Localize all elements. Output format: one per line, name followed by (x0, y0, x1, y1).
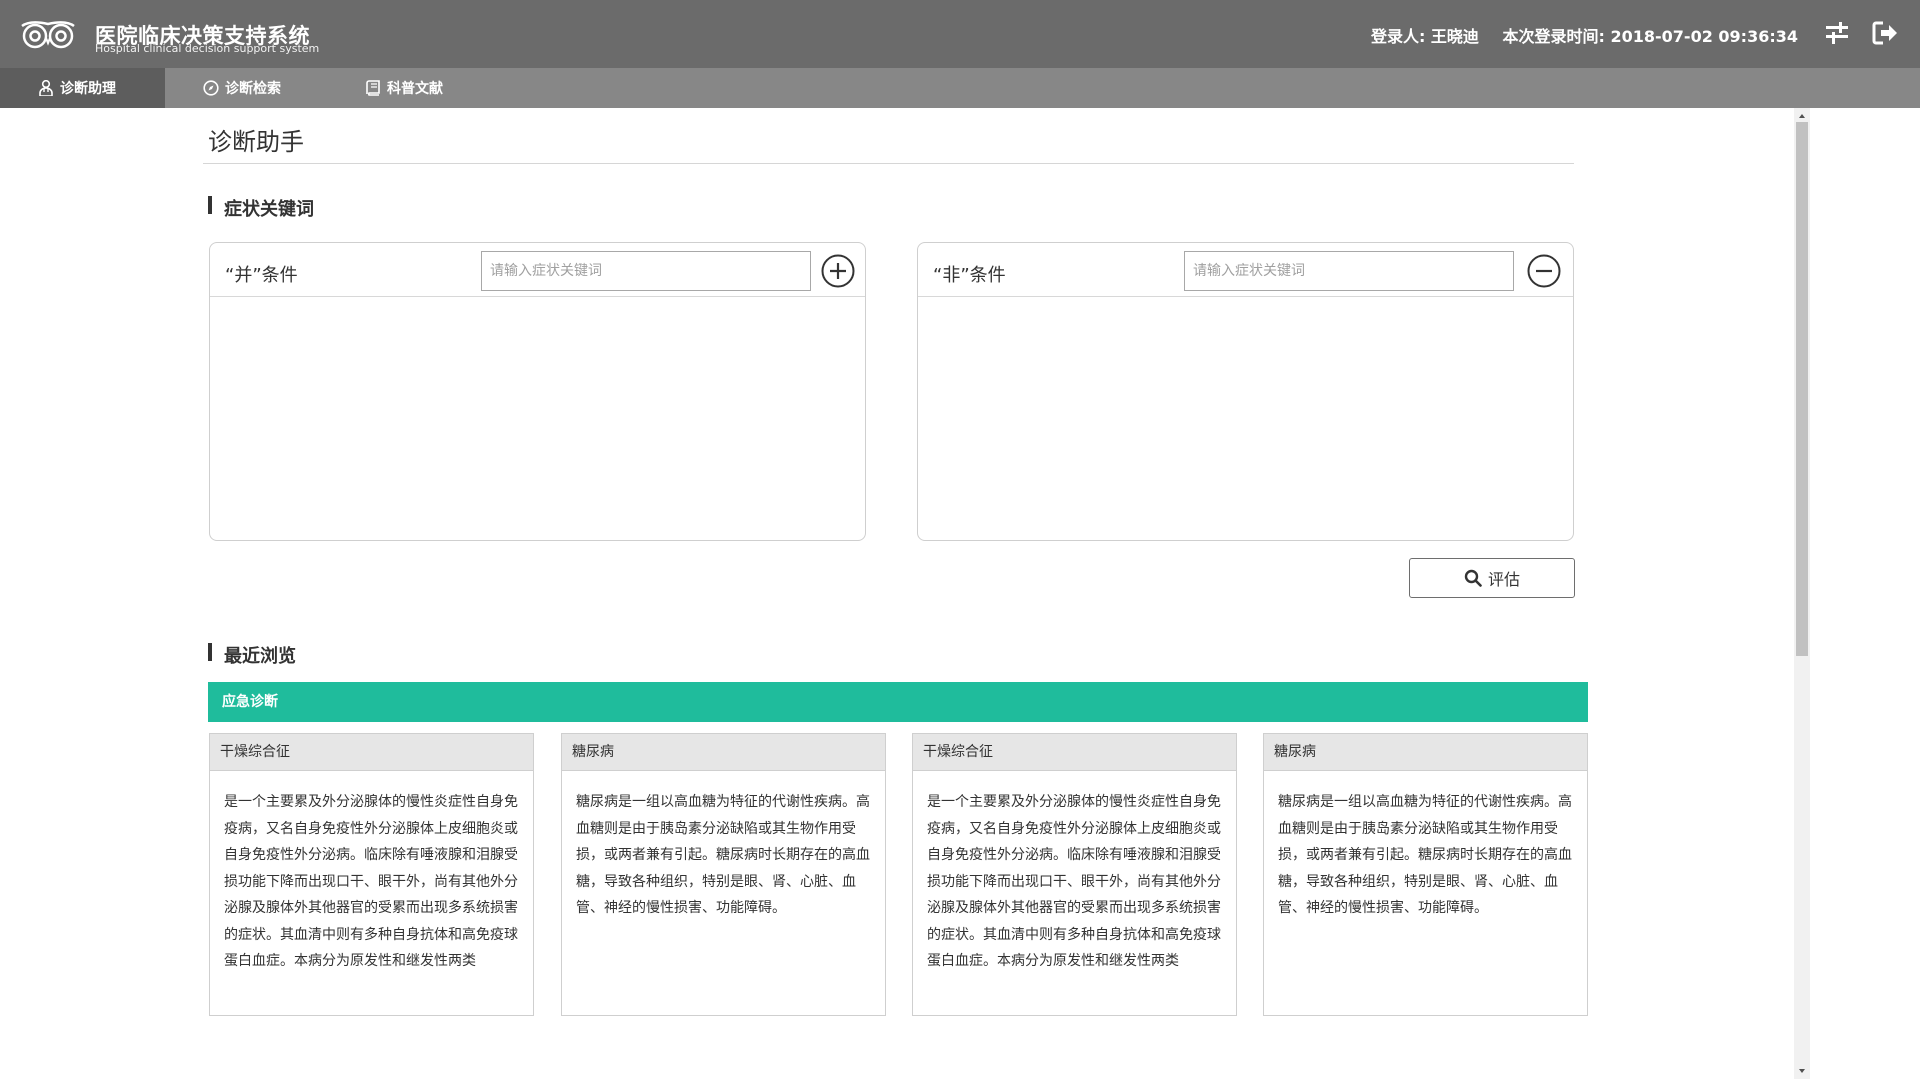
tab-diagnosis-search[interactable]: 诊断检索 (165, 68, 325, 108)
book-icon (366, 80, 380, 96)
card-title: 干燥综合征 (210, 734, 533, 771)
not-condition-panel: “非”条件 (917, 242, 1574, 541)
evaluate-button[interactable]: 评估 (1409, 558, 1575, 598)
user-info: 登录人: 王晓迪 本次登录时间: 2018-07-02 09:36:34 (1371, 23, 1798, 47)
minus-circle-icon[interactable] (1527, 254, 1561, 288)
diagnosis-card[interactable]: 干燥综合征 是一个主要累及外分泌腺体的慢性炎症性自身免疫病，又名自身免疫性外分泌… (912, 733, 1237, 1016)
tab-label: 诊断助理 (60, 81, 116, 97)
scroll-up-arrow-icon[interactable] (1794, 110, 1810, 122)
card-title: 糖尿病 (1264, 734, 1587, 771)
scroll-down-arrow-icon[interactable] (1794, 1065, 1810, 1077)
and-condition-header: “并”条件 (210, 243, 865, 297)
not-condition-header: “非”条件 (918, 243, 1573, 297)
scrollbar-thumb[interactable] (1796, 122, 1808, 656)
card-title: 糖尿病 (562, 734, 885, 771)
title-divider (203, 163, 1574, 164)
sliders-icon[interactable] (1824, 20, 1850, 46)
and-condition-input[interactable] (481, 251, 811, 291)
and-condition-panel: “并”条件 (209, 242, 866, 541)
and-condition-label: “并”条件 (225, 265, 298, 286)
not-condition-list (918, 298, 1573, 540)
card-description: 是一个主要累及外分泌腺体的慢性炎症性自身免疫病，又名自身免疫性外分泌腺体上皮细胞… (927, 794, 1221, 969)
tab-science-literature[interactable]: 科普文献 (325, 68, 485, 108)
app-subtitle: Hospital clinical decision support syste… (95, 42, 320, 55)
symptom-keywords-heading: 症状关键词 (208, 195, 314, 221)
app-header: 医院临床决策支持系统 Hospital clinical decision su… (0, 0, 1920, 68)
evaluate-button-label: 评估 (1487, 570, 1520, 589)
tab-label: 诊断检索 (225, 81, 281, 97)
card-description: 糖尿病是一组以高血糖为特征的代谢性疾病。高血糖则是由于胰岛素分泌缺陷或其生物作用… (1278, 794, 1572, 916)
search-icon (1464, 569, 1482, 587)
plus-circle-icon[interactable] (821, 254, 855, 288)
owl-eyes-logo-icon (21, 21, 75, 49)
emergency-diagnosis-bar: 应急诊断 (208, 682, 1588, 722)
diagnosis-card[interactable]: 糖尿病 糖尿病是一组以高血糖为特征的代谢性疾病。高血糖则是由于胰岛素分泌缺陷或其… (561, 733, 886, 1016)
doctor-icon (39, 80, 53, 96)
not-condition-input[interactable] (1184, 251, 1514, 291)
diagnosis-card[interactable]: 干燥综合征 是一个主要累及外分泌腺体的慢性炎症性自身免疫病，又名自身免疫性外分泌… (209, 733, 534, 1016)
login-time-label: 本次登录时间: 2018-07-02 09:36:34 (1502, 27, 1798, 46)
main-nav: 诊断助理 诊断检索 科普文献 (0, 68, 1920, 108)
logout-icon[interactable] (1872, 20, 1898, 46)
card-description: 是一个主要累及外分泌腺体的慢性炎症性自身免疫病，又名自身免疫性外分泌腺体上皮细胞… (224, 794, 518, 969)
current-user-label: 登录人: 王晓迪 (1370, 27, 1479, 46)
tab-diagnosis-assistant[interactable]: 诊断助理 (0, 68, 165, 108)
vertical-scrollbar[interactable] (1794, 108, 1810, 1079)
diagnosis-card[interactable]: 糖尿病 糖尿病是一组以高血糖为特征的代谢性疾病。高血糖则是由于胰岛素分泌缺陷或其… (1263, 733, 1588, 1016)
and-condition-list (210, 298, 865, 540)
compass-icon (203, 80, 219, 96)
tab-label: 科普文献 (387, 81, 443, 97)
page-title: 诊断助手 (208, 128, 304, 156)
recent-browse-heading: 最近浏览 (208, 642, 296, 668)
not-condition-label: “非”条件 (933, 265, 1006, 286)
card-description: 糖尿病是一组以高血糖为特征的代谢性疾病。高血糖则是由于胰岛素分泌缺陷或其生物作用… (576, 794, 870, 916)
card-title: 干燥综合征 (913, 734, 1236, 771)
